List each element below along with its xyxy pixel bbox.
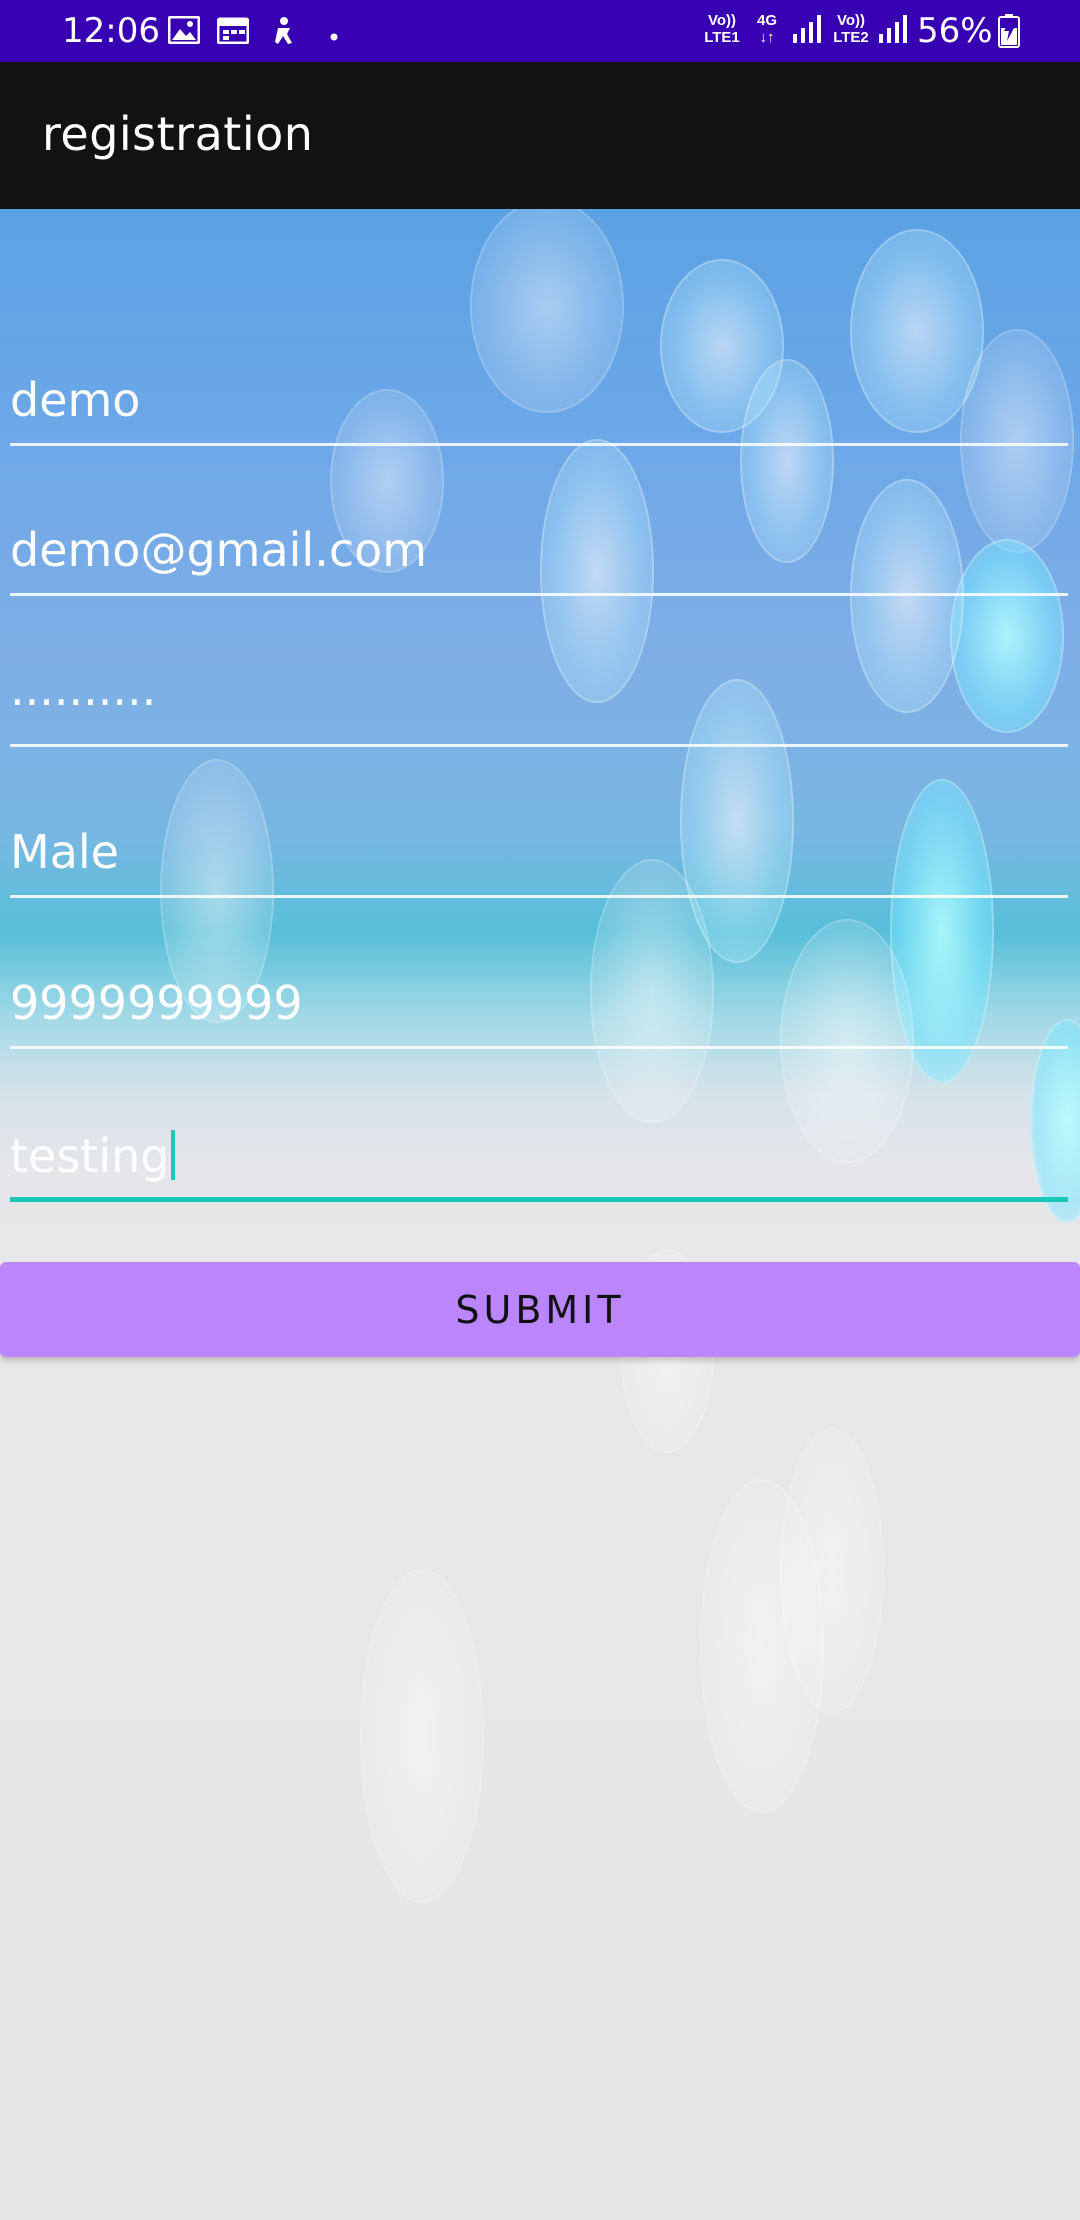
- page-title: registration: [42, 107, 314, 161]
- password-field-underline: [10, 744, 1068, 747]
- dot-icon: [330, 26, 338, 45]
- phone-field-value: 9999999999: [10, 976, 303, 1030]
- gender-field[interactable]: Male: [10, 798, 1068, 898]
- sim2-volte-indicator: Vo)) LTE2: [830, 12, 872, 46]
- sim1-lte-label: LTE1: [704, 29, 740, 46]
- image-icon: [167, 15, 201, 48]
- gender-field-value: Male: [10, 825, 119, 879]
- address-field-value: testing: [10, 1129, 170, 1183]
- address-field[interactable]: testing: [10, 1102, 1068, 1202]
- network-type-indicator: 4G ↓↑: [752, 12, 782, 46]
- sim1-volte-indicator: Vo)) LTE1: [702, 12, 742, 46]
- signal-icon-sim1: [792, 14, 822, 48]
- sim1-volte-label: Vo)): [707, 12, 737, 29]
- name-field[interactable]: demo: [10, 346, 1068, 446]
- sim2-volte-label: Vo)): [836, 12, 866, 29]
- text-cursor: [171, 1130, 176, 1180]
- data-arrows-icon: ↓↑: [759, 29, 775, 46]
- signal-icon-sim2: [878, 14, 908, 48]
- email-field-value: demo@gmail.com: [10, 523, 428, 577]
- accessibility-icon: [270, 16, 298, 50]
- app-bar: registration: [0, 62, 1080, 209]
- phone-field-underline: [10, 1046, 1068, 1049]
- address-field-underline: [10, 1197, 1068, 1202]
- password-field[interactable]: ..........: [10, 647, 1068, 747]
- submit-button[interactable]: SUBMIT: [0, 1262, 1080, 1357]
- address-field-text: testing: [10, 1128, 176, 1184]
- phone-field[interactable]: 9999999999: [10, 949, 1068, 1049]
- password-field-value: ..........: [10, 662, 157, 716]
- name-field-value: demo: [10, 373, 141, 427]
- battery-percentage: 56%: [917, 11, 993, 51]
- network-type-label: 4G: [756, 12, 777, 29]
- gender-field-underline: [10, 895, 1068, 898]
- battery-charging-icon: [998, 14, 1020, 52]
- status-time: 12:06: [62, 11, 160, 51]
- status-bar: 12:06 Vo)) LTE1 4G ↓↑ Vo)) LTE2 56%: [0, 0, 1080, 62]
- sim2-lte-label: LTE2: [833, 29, 869, 46]
- name-field-underline: [10, 443, 1068, 446]
- email-field[interactable]: demo@gmail.com: [10, 496, 1068, 596]
- calendar-icon: [216, 16, 250, 48]
- email-field-underline: [10, 593, 1068, 596]
